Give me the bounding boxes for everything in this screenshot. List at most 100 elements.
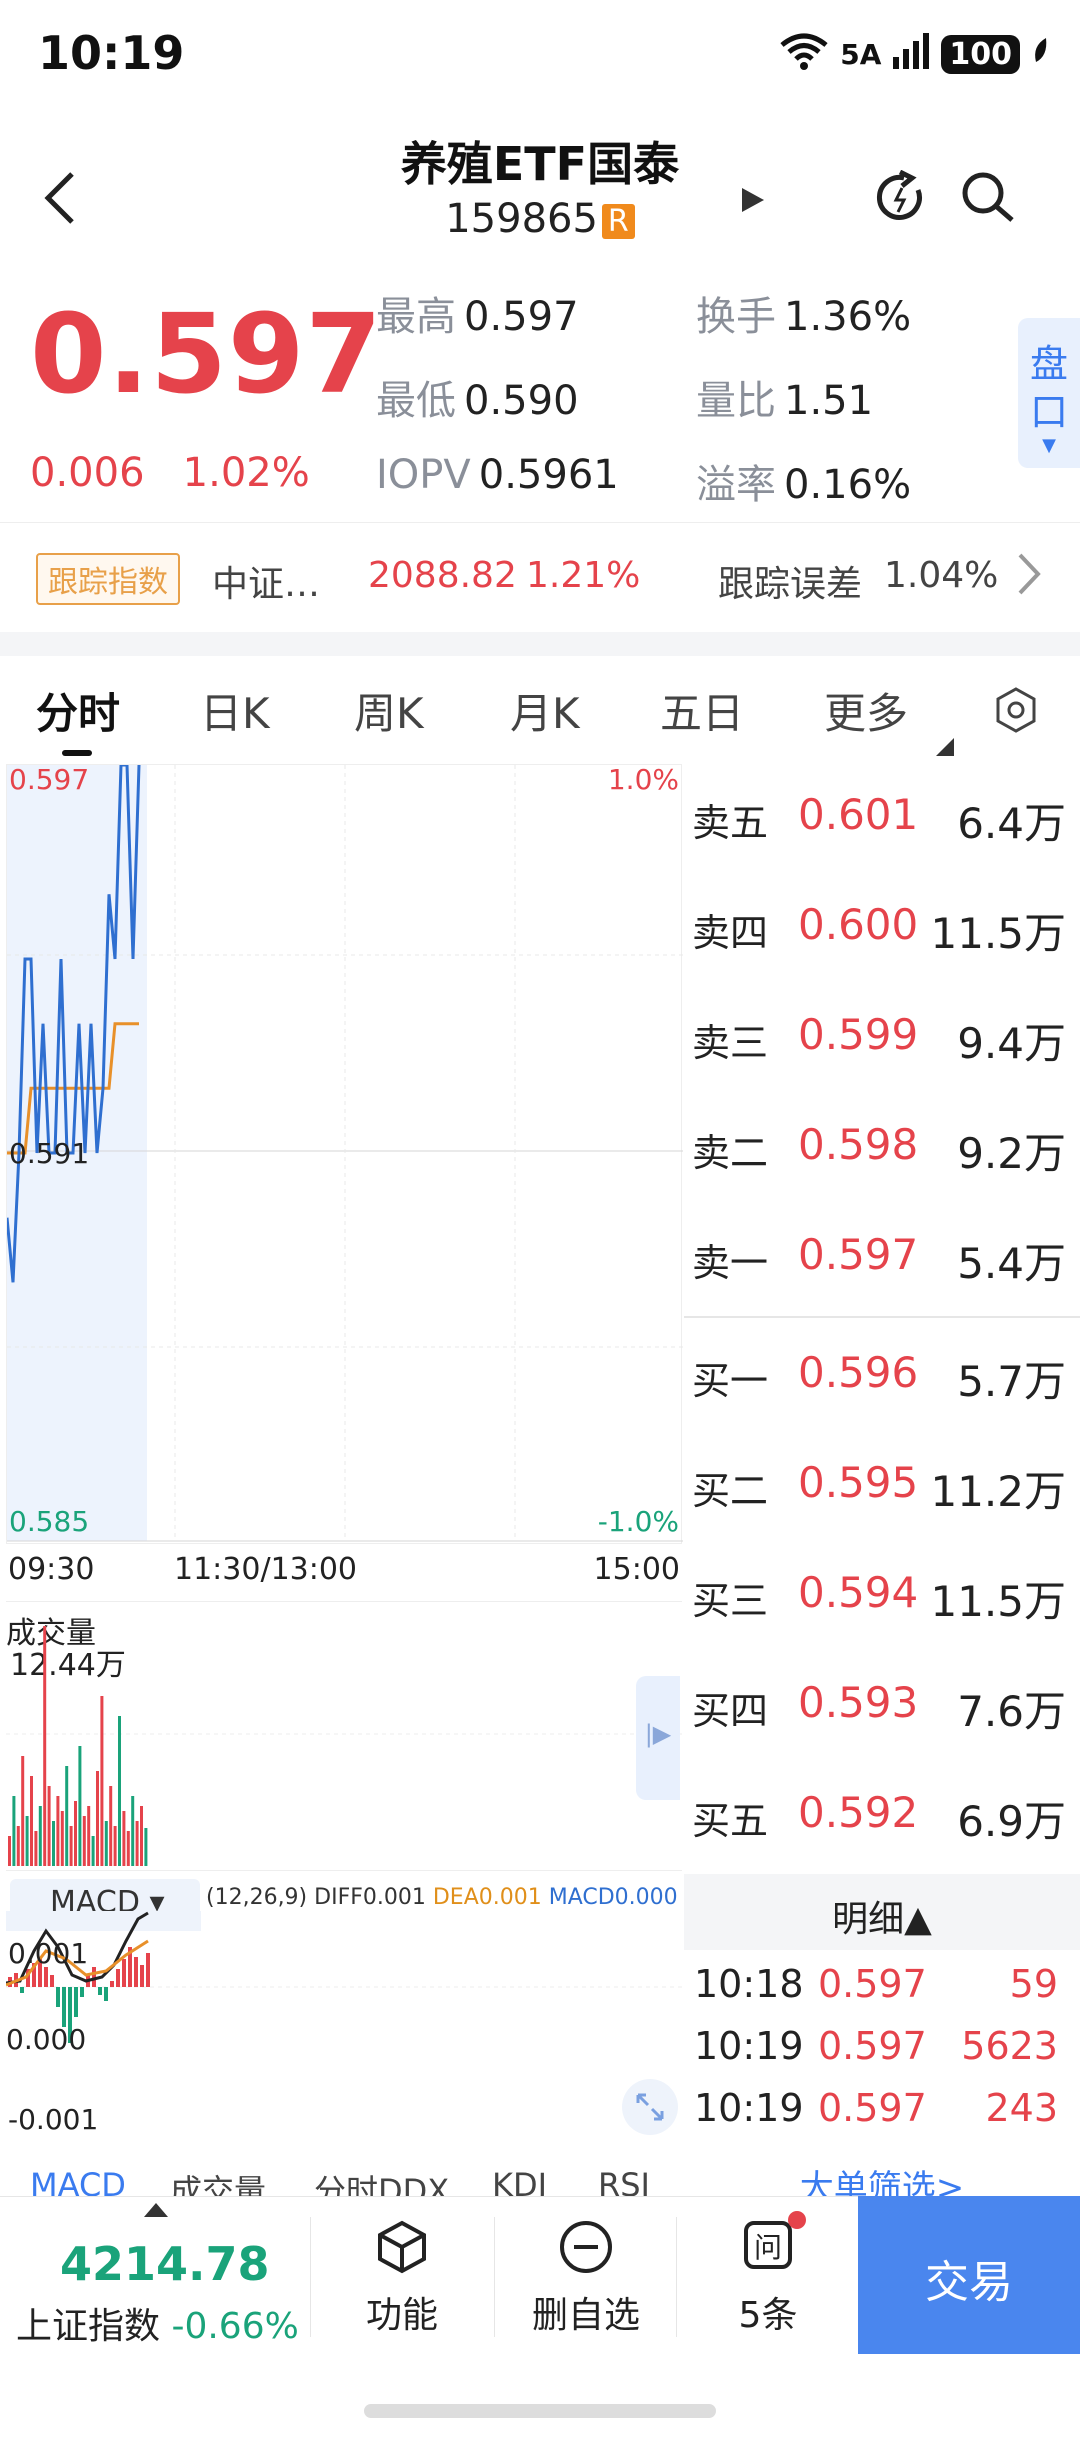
bid-row-1[interactable]: 买一 0.596 5.7万 (684, 1322, 1080, 1422)
macd-dea: DEA0.001 (432, 1885, 542, 1910)
bid-row-4[interactable]: 买四 0.593 7.6万 (684, 1652, 1080, 1752)
sh-index-name: 上证指数 (16, 2306, 161, 2347)
volume-panel[interactable]: 成交量 12.44万 |▶ (6, 1604, 682, 1870)
ask-price: 0.597 (798, 1230, 919, 1279)
high-value: 0.597 (464, 294, 579, 340)
expand-icon[interactable] (622, 2079, 678, 2135)
volume-bar (43, 1626, 47, 1866)
iopv-label: IOPV (376, 452, 471, 498)
sh-index-value[interactable]: 4214.78 (60, 2237, 270, 2291)
tab-more[interactable]: 更多 (824, 680, 908, 741)
tracking-bar[interactable]: 跟踪指数 中证… 2088.82 1.21% 跟踪误差 1.04% (0, 522, 1080, 632)
trade-button[interactable]: 交易 (858, 2196, 1080, 2354)
y-bottom-label: 0.585 (9, 1505, 89, 1538)
current-price: 0.597 (30, 290, 383, 418)
bid-volume: 5.7万 (957, 1357, 1066, 1406)
tick-price: 0.597 (818, 2024, 927, 2068)
macd-bar (122, 1959, 126, 1987)
volume-bar (78, 1746, 82, 1866)
collapse-panel-icon[interactable]: |▶ (636, 1676, 680, 1800)
volume-bar (34, 1831, 38, 1866)
bid-row-2[interactable]: 买二 0.595 11.2万 (684, 1432, 1080, 1532)
tick-volume: 59 (1009, 1962, 1058, 2006)
ask-price: 0.598 (798, 1120, 919, 1169)
pankou-button[interactable]: 盘口 ▼ (1018, 318, 1080, 468)
refresh-icon[interactable] (874, 169, 928, 224)
volume-bar (144, 1828, 148, 1866)
play-icon[interactable] (738, 180, 768, 220)
sh-index-row[interactable]: 上证指数 -0.66% (16, 2297, 299, 2349)
volume-bar (52, 1821, 55, 1866)
ask-button[interactable]: 问 5条 (708, 2211, 828, 2338)
ask-row-5[interactable]: 卖五 0.601 6.4万 (684, 764, 1080, 864)
tab-five-day[interactable]: 五日 (660, 680, 744, 741)
battery-icon: 100 (941, 34, 1020, 74)
function-button[interactable]: 功能 (342, 2217, 462, 2338)
divider (310, 2217, 311, 2337)
ticks-header[interactable]: 明细▲ (684, 1874, 1080, 1950)
volume-bar (74, 1801, 77, 1866)
turnover-value: 1.36% (784, 294, 912, 340)
volume-bar (140, 1806, 143, 1866)
ask-label: 卖四 (692, 911, 769, 955)
caret-up-icon (144, 2203, 168, 2217)
ask-row-3[interactable]: 卖三 0.599 9.4万 (684, 984, 1080, 1084)
settings-hex-icon[interactable] (992, 686, 1040, 738)
tracking-tag: 跟踪指数 (36, 553, 180, 605)
bid-price: 0.592 (798, 1788, 919, 1837)
remove-watchlist-button[interactable]: 删自选 (526, 2217, 646, 2338)
volume-bar (56, 1796, 60, 1866)
tab-fenshi[interactable]: 分时 (36, 680, 120, 741)
ask-label: 卖五 (692, 801, 769, 845)
macd-bar (56, 1987, 60, 2007)
low-item: 最低 0.590 (376, 368, 579, 426)
signal-icon (891, 32, 931, 76)
macd-bar (20, 1987, 24, 1993)
volume-bar (21, 1756, 25, 1866)
tab-underline (62, 750, 92, 756)
search-icon[interactable] (958, 168, 1018, 228)
bid-label: 买一 (692, 1359, 769, 1403)
tab-month-k[interactable]: 月K (510, 680, 580, 741)
volume-bar (25, 1816, 29, 1866)
turnover-label: 换手 (696, 294, 776, 340)
tracking-error-value: 1.04% (884, 555, 999, 596)
volume-bar (30, 1776, 33, 1866)
ask-row-4[interactable]: 卖四 0.600 11.5万 (684, 874, 1080, 974)
ask-row-1[interactable]: 卖一 0.597 5.4万 (684, 1204, 1080, 1304)
macd-bar (50, 1975, 54, 1987)
tick-row: 10:18 0.597 59 (684, 1962, 1080, 2022)
iopv-value: 0.5961 (478, 452, 619, 498)
macd-bottom-label: -0.001 (8, 2103, 98, 2136)
volume-bar (91, 1836, 95, 1866)
y-mid-label: 0.591 (9, 1137, 89, 1170)
volume-bars (6, 1626, 682, 1866)
premium-value: 0.16% (784, 462, 912, 508)
bid-row-5[interactable]: 买五 0.592 6.9万 (684, 1762, 1080, 1862)
volratio-item: 量比 1.51 (696, 368, 873, 426)
svg-text:问: 问 (754, 2231, 782, 2264)
r-badge: R (601, 203, 635, 239)
chart-area[interactable]: 0.597 0.591 0.585 1.0% -1.0% (5, 763, 683, 1544)
function-label: 功能 (365, 2295, 438, 2336)
bid-volume: 11.5万 (930, 1577, 1066, 1626)
ask-row-2[interactable]: 卖二 0.598 9.2万 (684, 1094, 1080, 1194)
volume-bar (100, 1696, 104, 1866)
tab-week-k[interactable]: 周K (354, 680, 424, 741)
tab-day-k[interactable]: 日K (200, 680, 270, 741)
leaf-icon (1030, 36, 1050, 73)
macd-mid-label: 0.000 (6, 2023, 86, 2056)
bid-price: 0.596 (798, 1348, 919, 1397)
ask-volume: 5.4万 (957, 1239, 1066, 1288)
stock-code: 159865 (445, 196, 598, 242)
volume-bar (126, 1831, 130, 1866)
premium-label: 溢率 (696, 462, 776, 508)
status-bar: 10:19 5A 100 (0, 0, 1080, 110)
caret-down-icon: ▼ (1042, 435, 1056, 456)
macd-bar (104, 1987, 108, 2001)
pankou-label: 盘口 (1029, 342, 1068, 434)
volume-bar (118, 1716, 121, 1866)
bid-row-3[interactable]: 买三 0.594 11.5万 (684, 1542, 1080, 1642)
volume-bar (60, 1811, 64, 1866)
macd-panel[interactable]: MACD ▾ (12,26,9) DIFF0.001 DEA0.001 MACD… (6, 1870, 682, 2140)
